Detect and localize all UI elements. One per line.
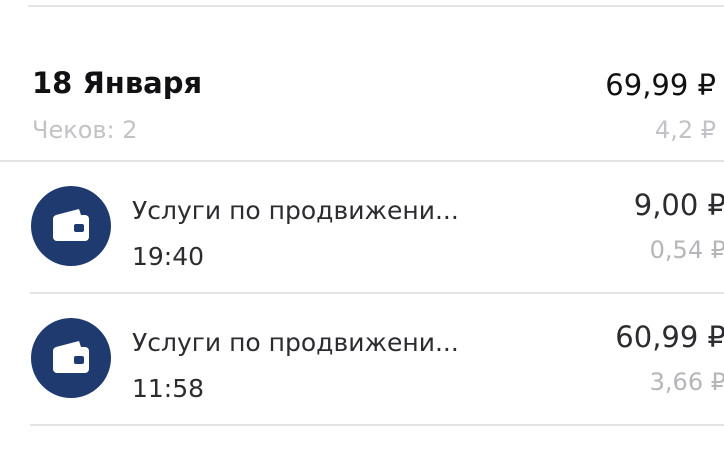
day-date-title: 18 Января: [32, 66, 203, 100]
transaction-amount: 9,00 ₽: [633, 188, 724, 222]
day-group-header: 18 Января Чеков: 2 69,99 ₽ 4,2 ₽: [0, 62, 724, 160]
wallet-icon: [31, 318, 111, 398]
transaction-amount: 60,99 ₽: [615, 320, 724, 354]
day-total-amount: 69,99 ₽: [605, 68, 716, 102]
day-cashback-amount: 4,2 ₽: [654, 116, 716, 144]
wallet-icon: [31, 186, 111, 266]
top-divider: [28, 5, 724, 7]
transaction-row[interactable]: Услуги по продвижени... 19:40 9,00 ₽ 0,5…: [0, 162, 724, 294]
receipts-count: Чеков: 2: [32, 116, 138, 144]
transaction-cashback: 3,66 ₽: [649, 368, 724, 396]
transaction-title: Услуги по продвижени...: [132, 196, 459, 225]
transaction-time: 19:40: [132, 242, 205, 271]
transaction-title: Услуги по продвижени...: [132, 328, 459, 357]
row-divider: [30, 424, 724, 426]
transaction-row[interactable]: Услуги по продвижени... 11:58 60,99 ₽ 3,…: [0, 294, 724, 426]
transaction-cashback: 0,54 ₽: [649, 236, 724, 264]
transaction-time: 11:58: [132, 374, 205, 403]
